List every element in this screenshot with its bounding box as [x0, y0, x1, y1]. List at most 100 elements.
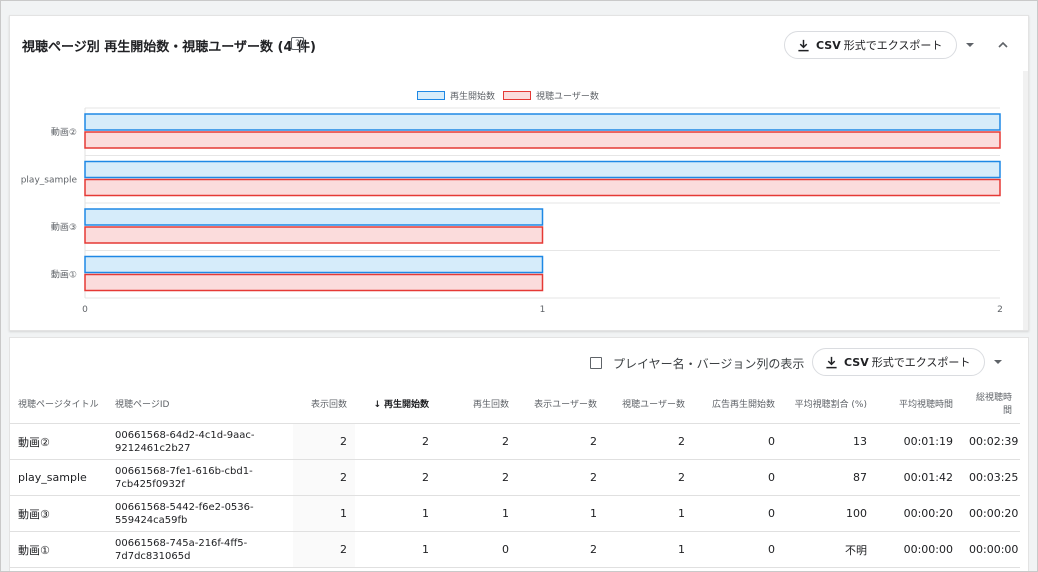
column-header-label: 視聴ページタイトル — [18, 399, 99, 410]
column-header[interactable]: 広告再生開始数 — [693, 387, 783, 424]
page-title-cell: 動画② — [10, 423, 107, 460]
metric-cell: 00:00:20 — [875, 495, 961, 532]
bar-chart: 動画② play_sample 動画③ 動画① 0 1 2 — [21, 107, 1003, 315]
player-columns-label[interactable]: プレイヤー名・バージョン列の表示 — [613, 355, 804, 372]
page-title-cell: play_sample — [10, 459, 107, 496]
metric-cell: 13 — [783, 423, 875, 460]
page-id-cell: 00661568-5442-f6e2-0536-559424ca59fb — [107, 495, 293, 532]
report-panel: 視聴ページ別 再生開始数・視聴ユーザー数 (4 件) ? CSV 形式でエクスポ… — [0, 0, 1038, 572]
export-label: 形式でエクスポート — [871, 356, 971, 369]
column-header-label: 総視聴時間 — [975, 393, 1012, 416]
export-menu-chevron-icon[interactable] — [994, 360, 1002, 364]
metric-cell: 1 — [293, 495, 355, 532]
metric-cell: 2 — [605, 459, 693, 496]
metric-cell: 0 — [437, 531, 517, 568]
metric-cell: 0 — [693, 495, 783, 532]
x-tick-label: 2 — [997, 305, 1003, 315]
metric-cell: 0 — [693, 459, 783, 496]
metric-cell: 00:03:25 — [961, 459, 1020, 496]
table-card: プレイヤー名・バージョン列の表示 CSV 形式でエクスポート 視聴ページタイトル… — [9, 337, 1029, 571]
metric-cell: 1 — [605, 531, 693, 568]
download-icon — [826, 356, 837, 368]
page-id-cell: 00661568-7fe1-616b-cbd1-7cb425f0932f — [107, 459, 293, 496]
metric-cell: 2 — [293, 459, 355, 496]
column-header-label: 視聴ユーザー数 — [622, 399, 685, 410]
metric-cell: 2 — [517, 459, 605, 496]
metric-cell: 00:01:19 — [875, 423, 961, 460]
column-header-label: 再生回数 — [472, 399, 509, 410]
metric-cell: 2 — [517, 531, 605, 568]
category-label: 動画① — [51, 269, 77, 280]
metric-cell: 00:00:00 — [875, 531, 961, 568]
metric-cell: 2 — [355, 423, 437, 460]
table-row[interactable]: play_sample 00661568-7fe1-616b-cbd1-7cb42… — [10, 459, 1020, 496]
metric-cell: 00:02:39 — [961, 423, 1020, 460]
metric-cell: 0 — [693, 531, 783, 568]
page-id-cell: 00661568-745a-216f-4ff5-7d7dc831065d — [107, 531, 293, 568]
category-label: play_sample — [21, 175, 78, 185]
metric-cell: 1 — [605, 495, 693, 532]
metric-cell: 2 — [293, 531, 355, 568]
bar-viewers — [84, 273, 544, 292]
column-header[interactable]: 視聴ページタイトル — [10, 387, 107, 424]
metric-cell: 2 — [517, 423, 605, 460]
metric-cell: 1 — [355, 531, 437, 568]
metric-cell: 2 — [437, 459, 517, 496]
chart-card: 視聴ページ別 再生開始数・視聴ユーザー数 (4 件) ? CSV 形式でエクスポ… — [9, 15, 1029, 331]
column-header-label: 広告再生開始数 — [711, 399, 775, 410]
column-header[interactable]: 視聴ページID — [107, 387, 293, 424]
table-row[interactable]: 動画③ 00661568-5442-f6e2-0536-559424ca59fb 1… — [10, 495, 1020, 532]
metric-cell: 不明 — [783, 531, 875, 568]
column-header[interactable]: 表示回数 — [293, 387, 355, 424]
column-header-label: 視聴ページID — [115, 399, 170, 410]
chart-scrollbar[interactable] — [1023, 71, 1028, 330]
table-row[interactable]: 動画① 00661568-745a-216f-4ff5-7d7dc831065d 2… — [10, 531, 1020, 568]
table-header-row: 視聴ページタイトル 視聴ページID 表示回数 ↓ 再生開始数 再生回数 表示ユーザー数 視聴ユ… — [10, 387, 1020, 424]
metric-cell: 1 — [437, 495, 517, 532]
column-header-label: 平均視聴時間 — [898, 399, 953, 410]
bar-starts — [84, 113, 1001, 131]
metric-cell: 00:00:00 — [961, 531, 1020, 568]
table-body: 動画② 00661568-64d2-4c1d-9aac-9212461c2b27 2… — [10, 423, 1020, 568]
page-title-cell: 動画③ — [10, 495, 107, 532]
bar-starts — [84, 160, 1001, 179]
column-header[interactable]: 視聴ユーザー数 — [605, 387, 693, 424]
metric-cell: 2 — [437, 423, 517, 460]
table-row[interactable]: 動画② 00661568-64d2-4c1d-9aac-9212461c2b27 2… — [10, 423, 1020, 460]
table-csv-export-button[interactable]: CSV 形式でエクスポート — [812, 348, 986, 376]
page-id-cell: 00661568-64d2-4c1d-9aac-9212461c2b27 — [107, 423, 293, 460]
metric-cell: 1 — [355, 495, 437, 532]
category-label: 動画② — [51, 127, 77, 138]
metric-cell: 2 — [605, 423, 693, 460]
bar-viewers — [84, 131, 1001, 149]
bar-starts — [84, 208, 544, 226]
metric-cell: 2 — [293, 423, 355, 460]
column-header-label: 平均視聴割合 (%) — [794, 399, 867, 410]
metric-cell: 00:00:20 — [961, 495, 1020, 532]
bar-starts — [84, 255, 544, 274]
csv-label: CSV — [844, 355, 869, 369]
category-label: 動画③ — [51, 222, 77, 233]
x-tick-label: 1 — [540, 305, 546, 315]
column-header-label: 再生開始数 — [383, 399, 429, 410]
metric-cell: 100 — [783, 495, 875, 532]
bar-viewers — [84, 178, 1001, 197]
column-header[interactable]: 平均視聴割合 (%) — [783, 387, 875, 424]
column-header[interactable]: ↓ 再生開始数 — [355, 387, 437, 424]
column-header-label: 表示回数 — [310, 399, 347, 410]
x-tick-label: 0 — [82, 305, 88, 315]
column-header-label: 表示ユーザー数 — [534, 399, 597, 410]
column-header[interactable]: 総視聴時間 — [961, 387, 1020, 424]
metric-cell: 2 — [355, 459, 437, 496]
column-header[interactable]: 表示ユーザー数 — [517, 387, 605, 424]
metric-cell: 1 — [517, 495, 605, 532]
sort-arrow-down-icon: ↓ — [373, 399, 381, 410]
bar-viewers — [84, 226, 544, 244]
data-table: 視聴ページタイトル 視聴ページID 表示回数 ↓ 再生開始数 再生回数 表示ユーザー数 視聴ユ… — [10, 387, 1020, 568]
metric-cell: 0 — [693, 423, 783, 460]
player-columns-checkbox[interactable] — [590, 357, 602, 369]
page-title-cell: 動画① — [10, 531, 107, 568]
metric-cell: 00:01:42 — [875, 459, 961, 496]
column-header[interactable]: 再生回数 — [437, 387, 517, 424]
column-header[interactable]: 平均視聴時間 — [875, 387, 961, 424]
